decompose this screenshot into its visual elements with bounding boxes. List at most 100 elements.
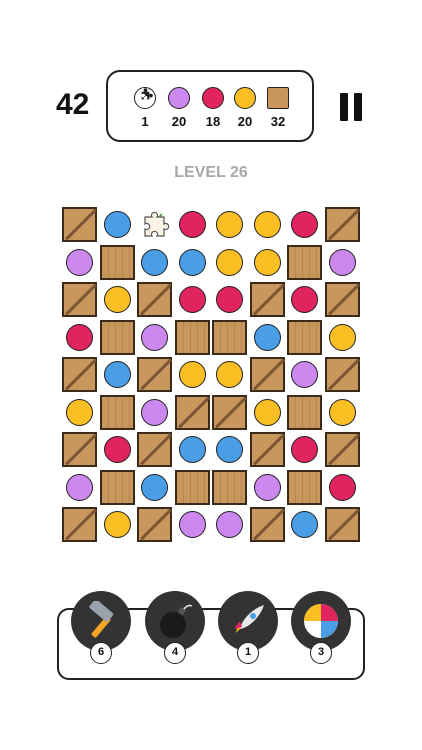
yellow-ball-tile[interactable] xyxy=(211,206,249,244)
crate-tile[interactable] xyxy=(61,281,99,319)
crate-tile[interactable] xyxy=(324,431,362,469)
blue-ball-icon xyxy=(253,323,281,351)
purple-ball-tile[interactable] xyxy=(174,506,212,544)
blue-ball-tile[interactable] xyxy=(136,469,174,507)
crate-icon xyxy=(249,282,285,317)
crate-icon xyxy=(99,244,135,280)
yellow-ball-icon xyxy=(216,211,243,238)
crate-tile[interactable] xyxy=(61,431,99,469)
red-ball-tile[interactable] xyxy=(211,281,249,319)
crate-tile[interactable] xyxy=(61,356,99,394)
rocket-booster[interactable]: 1 xyxy=(218,591,278,664)
crate-tile[interactable] xyxy=(61,206,99,244)
crate-tile[interactable] xyxy=(249,281,287,319)
crate-tile[interactable] xyxy=(136,431,174,469)
red-ball-tile[interactable] xyxy=(324,469,362,507)
yellow-ball-tile[interactable] xyxy=(324,319,362,357)
blue-ball-tile[interactable] xyxy=(99,206,137,244)
blue-ball-tile[interactable] xyxy=(174,431,212,469)
bomb-booster[interactable]: 4 xyxy=(145,591,205,664)
crate-tile[interactable] xyxy=(99,469,137,507)
yellow-ball-tile[interactable] xyxy=(174,356,212,394)
purple-ball-icon xyxy=(168,87,190,109)
blue-ball-tile[interactable] xyxy=(249,319,287,357)
crate-icon xyxy=(137,282,172,317)
crate-tile[interactable] xyxy=(136,506,174,544)
yellow-ball-icon xyxy=(328,398,356,426)
crate-icon xyxy=(287,319,322,355)
pause-button[interactable] xyxy=(340,93,364,121)
purple-ball-tile[interactable] xyxy=(61,244,99,282)
red-ball-tile[interactable] xyxy=(174,281,212,319)
yellow-ball-tile[interactable] xyxy=(211,244,249,282)
purple-ball-tile[interactable] xyxy=(61,469,99,507)
purple-ball-tile[interactable] xyxy=(249,469,287,507)
red-ball-tile[interactable] xyxy=(99,431,137,469)
yellow-ball-tile[interactable] xyxy=(99,506,137,544)
red-ball-icon xyxy=(291,211,318,238)
blue-ball-icon xyxy=(103,361,131,388)
red-ball-tile[interactable] xyxy=(174,206,212,244)
crate-tile[interactable] xyxy=(286,469,324,507)
yellow-ball-tile[interactable] xyxy=(99,281,137,319)
purple-ball-tile[interactable] xyxy=(211,506,249,544)
goal-count: 1 xyxy=(141,114,149,129)
blue-ball-tile[interactable] xyxy=(136,244,174,282)
yellow-ball-tile[interactable] xyxy=(211,356,249,394)
crate-tile[interactable] xyxy=(249,356,287,394)
purple-ball-icon xyxy=(291,361,318,388)
crate-tile[interactable] xyxy=(211,469,249,507)
yellow-ball-tile[interactable] xyxy=(249,244,287,282)
blue-ball-tile[interactable] xyxy=(211,431,249,469)
crate-tile[interactable] xyxy=(324,356,362,394)
blue-ball-icon xyxy=(178,248,206,276)
crate-tile[interactable] xyxy=(174,394,212,432)
blue-ball-tile[interactable] xyxy=(174,244,212,282)
crate-tile[interactable] xyxy=(136,281,174,319)
moves-counter: 42 xyxy=(56,88,90,121)
crate-tile[interactable] xyxy=(324,506,362,544)
purple-ball-tile[interactable] xyxy=(286,356,324,394)
red-ball-tile[interactable] xyxy=(286,431,324,469)
yellow-ball-tile[interactable] xyxy=(61,394,99,432)
red-ball-tile[interactable] xyxy=(61,319,99,357)
goal-count: 20 xyxy=(237,114,253,129)
crate-tile[interactable] xyxy=(249,431,287,469)
purple-ball-tile[interactable] xyxy=(324,244,362,282)
crate-icon xyxy=(212,469,247,505)
red-ball-tile[interactable] xyxy=(286,206,324,244)
beach-ball-booster[interactable]: 3 xyxy=(291,591,351,664)
crate-tile[interactable] xyxy=(249,506,287,544)
crate-tile[interactable] xyxy=(286,244,324,282)
crate-tile[interactable] xyxy=(136,356,174,394)
crate-tile[interactable] xyxy=(211,394,249,432)
crate-tile[interactable] xyxy=(99,244,137,282)
blue-ball-tile[interactable] xyxy=(286,506,324,544)
puzzle-icon xyxy=(144,211,170,237)
crate-tile[interactable] xyxy=(174,319,212,357)
purple-ball-icon xyxy=(141,398,168,426)
red-ball-icon xyxy=(291,436,318,463)
yellow-ball-tile[interactable] xyxy=(249,394,287,432)
purple-ball-tile[interactable] xyxy=(136,319,174,357)
crate-tile[interactable] xyxy=(324,281,362,319)
puzzle-piece-tile[interactable] xyxy=(136,206,174,244)
crate-tile[interactable] xyxy=(61,506,99,544)
crate-tile[interactable] xyxy=(286,394,324,432)
hammer-booster[interactable]: 6 xyxy=(71,591,131,664)
crate-tile[interactable] xyxy=(211,319,249,357)
crate-tile[interactable] xyxy=(99,394,137,432)
crate-tile[interactable] xyxy=(324,206,362,244)
yellow-ball-icon xyxy=(216,248,243,276)
level-label: LEVEL 26 xyxy=(174,164,248,181)
purple-ball-icon xyxy=(66,473,93,501)
purple-ball-tile[interactable] xyxy=(136,394,174,432)
yellow-ball-tile[interactable] xyxy=(249,206,287,244)
crate-icon xyxy=(267,87,289,109)
crate-tile[interactable] xyxy=(174,469,212,507)
crate-tile[interactable] xyxy=(99,319,137,357)
red-ball-tile[interactable] xyxy=(286,281,324,319)
blue-ball-tile[interactable] xyxy=(99,356,137,394)
yellow-ball-tile[interactable] xyxy=(324,394,362,432)
crate-tile[interactable] xyxy=(286,319,324,357)
